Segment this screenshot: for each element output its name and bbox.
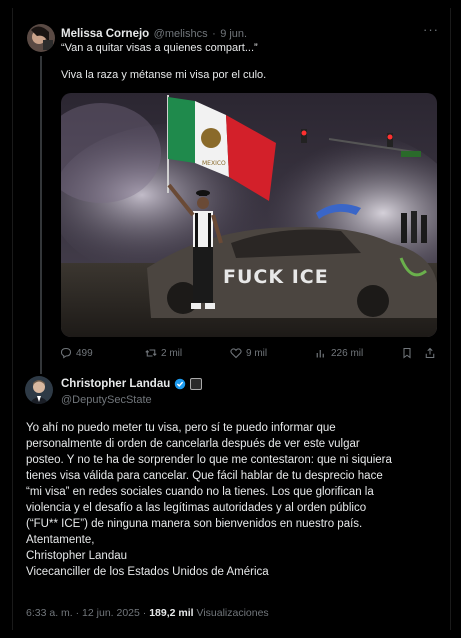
retweet-button[interactable]: 2 mil — [145, 347, 182, 359]
reply-action-bar: 499 2 mil 9 mil 226 mil — [60, 347, 438, 361]
meta-separator: · — [142, 607, 147, 619]
analytics-icon — [316, 350, 324, 358]
more-dots-icon[interactable]: ··· — [423, 22, 439, 37]
verified-badge-icon — [175, 378, 186, 390]
views-count: 226 mil — [331, 347, 364, 359]
body-line: Vicecanciller de los Estados Unidos de A… — [26, 566, 269, 578]
like-count: 9 mil — [246, 347, 268, 359]
landau-avatar[interactable] — [25, 376, 53, 404]
share-icon — [425, 347, 435, 359]
tweet-photo[interactable]: FUCK ICE MEXICO — [61, 93, 437, 337]
reply-button[interactable]: 499 — [60, 347, 93, 359]
graffiti-text: FUCK ICE — [223, 266, 329, 288]
main-author-name[interactable]: Christopher Landau — [61, 378, 170, 390]
retweet-icon — [145, 349, 157, 357]
views-button[interactable]: 226 mil — [315, 347, 363, 359]
body-line: violencia y el desafío a las legítimas a… — [26, 502, 367, 514]
body-line: Christopher Landau — [26, 550, 128, 562]
meta-separator: · — [75, 607, 80, 619]
reply-date[interactable]: 9 jun. — [220, 28, 247, 40]
view-count[interactable]: 189,2 mil — [149, 607, 193, 619]
body-line: (“FU** ICE”) de ninguna manera son bienv… — [26, 518, 363, 530]
reply-count: 499 — [76, 347, 93, 359]
reply-author-handle[interactable]: @melishcs — [154, 28, 208, 40]
heart-icon — [230, 348, 242, 359]
reply-body-line: Viva la raza y métanse mi visa por el cu… — [61, 69, 267, 81]
share-button[interactable] — [424, 347, 436, 359]
body-line: personalmente di orden de cancelarla des… — [26, 438, 360, 450]
body-line: Atentamente, — [26, 534, 95, 546]
body-line: tienes visa válida para cancelar. Que fá… — [26, 470, 383, 482]
reply-quote-line: “Van a quitar visas a quienes compart...… — [61, 42, 258, 54]
affiliation-badge-icon[interactable] — [190, 378, 203, 390]
body-line: Yo ahí no puedo meter tu visa, pero sí t… — [26, 422, 336, 434]
view-label: Visualizaciones — [196, 607, 269, 619]
reply-author-name[interactable]: Melissa Cornejo — [61, 28, 149, 40]
main-author-handle[interactable]: @DeputySecState — [61, 394, 152, 406]
bookmark-icon — [403, 347, 411, 359]
reply-separator: · — [212, 28, 216, 40]
body-line: “mi visa” en redes sociales cuando no la… — [26, 486, 374, 498]
comment-icon — [60, 347, 72, 359]
main-tweet-body: Yo ahí no puedo meter tu visa, pero sí t… — [26, 420, 436, 580]
body-line: posteo. Y no te ha de sorprender lo que … — [26, 454, 392, 466]
post-date[interactable]: 12 jun. 2025 — [82, 607, 140, 619]
flag-text: MEXICO — [202, 160, 226, 167]
retweet-count: 2 mil — [161, 347, 183, 359]
tweet-meta-footer: 6:33 a. m. · 12 jun. 2025 · 189,2 mil Vi… — [26, 607, 269, 619]
melissa-avatar[interactable] — [27, 24, 55, 52]
bookmark-button[interactable] — [401, 347, 413, 359]
post-time[interactable]: 6:33 a. m. — [26, 607, 73, 619]
like-button[interactable]: 9 mil — [230, 347, 267, 359]
thread-connector-line — [40, 56, 42, 374]
